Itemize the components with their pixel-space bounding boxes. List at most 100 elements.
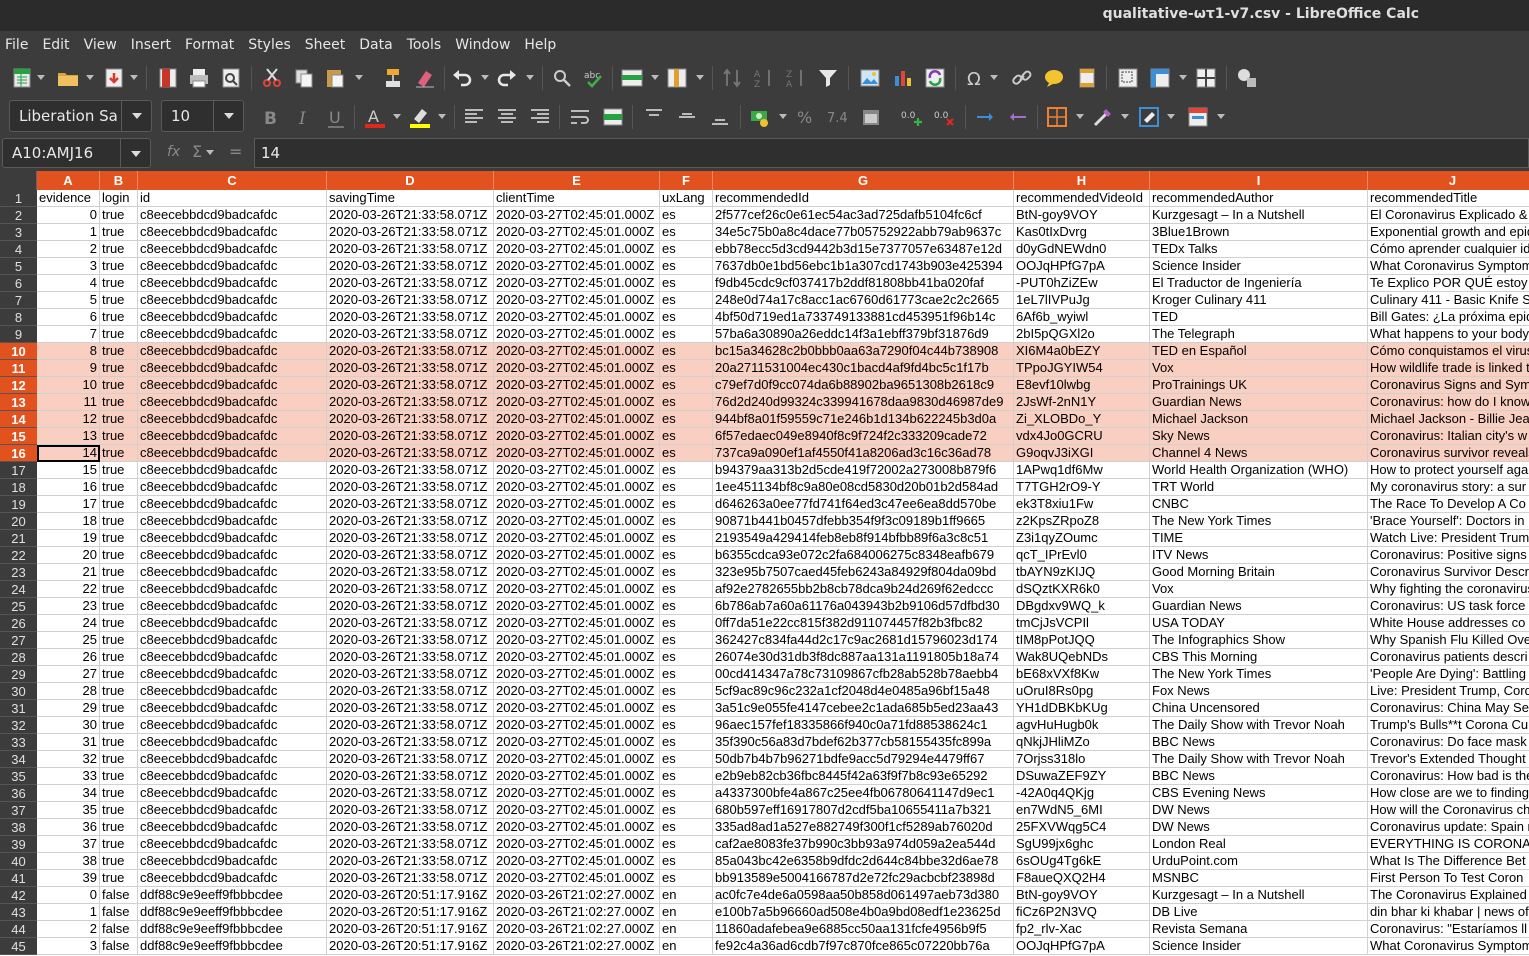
row-header[interactable]: 31	[0, 700, 37, 717]
cell[interactable]: es	[660, 768, 713, 785]
cell[interactable]: TEDx Talks	[1150, 241, 1368, 258]
cell[interactable]: true	[100, 224, 138, 241]
cell[interactable]: 2020-03-26T21:33:58.071Z	[327, 411, 494, 428]
cell[interactable]: 2020-03-26T21:02:27.000Z	[494, 887, 660, 904]
cell[interactable]: 33	[37, 768, 100, 785]
italic-icon[interactable]: I	[291, 105, 315, 129]
cell[interactable]: CBS This Morning	[1150, 649, 1368, 666]
cell[interactable]: c8eecebbdcd9badcafdc	[138, 462, 327, 479]
cell[interactable]: 3Blue1Brown	[1150, 224, 1368, 241]
cell[interactable]: My coronavirus story: a sur	[1368, 479, 1529, 496]
cell[interactable]: es	[660, 377, 713, 394]
cell[interactable]: es	[660, 343, 713, 360]
cell[interactable]: -PUT0hZiZEw	[1014, 275, 1150, 292]
cell[interactable]: fe92c4a36ad6cdb7f97c870fce865c07220bb76a	[713, 938, 1014, 955]
row-header[interactable]: 20	[0, 513, 37, 530]
center-vertically-icon[interactable]	[675, 105, 699, 129]
cell[interactable]: 3a51c9e055fe4147cebee2c1ada685b5ed23aa43	[713, 700, 1014, 717]
cell[interactable]: false	[100, 921, 138, 938]
align-center-icon[interactable]	[495, 105, 519, 129]
cell[interactable]: 2020-03-26T21:33:58.071Z	[327, 819, 494, 836]
cell[interactable]: 7	[37, 326, 100, 343]
cell[interactable]: 5	[37, 292, 100, 309]
cell[interactable]: 2020-03-26T20:51:17.916Z	[327, 904, 494, 921]
cell[interactable]: c8eecebbdcd9badcafdc	[138, 785, 327, 802]
cell[interactable]: es	[660, 360, 713, 377]
cell[interactable]: 2020-03-26T21:33:58.071Z	[327, 428, 494, 445]
cell[interactable]: 2020-03-27T02:45:01.000Z	[494, 207, 660, 224]
cell[interactable]: c8eecebbdcd9badcafdc	[138, 309, 327, 326]
cell[interactable]: ITV News	[1150, 547, 1368, 564]
row-header[interactable]: 23	[0, 564, 37, 581]
borders-icon[interactable]	[1045, 105, 1069, 129]
clone-formatting-icon[interactable]	[381, 66, 405, 90]
cell[interactable]: agvHuHugb0k	[1014, 717, 1150, 734]
cell[interactable]: 2020-03-27T02:45:01.000Z	[494, 479, 660, 496]
menu-window[interactable]: Window	[450, 37, 518, 53]
cell[interactable]: Coronavirus: "Estaríamos ll	[1368, 921, 1529, 938]
cell[interactable]: What Is The Difference Bet	[1368, 853, 1529, 870]
cell[interactable]: 2020-03-27T02:45:01.000Z	[494, 530, 660, 547]
cell[interactable]: 2020-03-26T21:33:58.071Z	[327, 564, 494, 581]
cell[interactable]: 2020-03-27T02:45:01.000Z	[494, 394, 660, 411]
cell[interactable]: What happens to your body	[1368, 326, 1529, 343]
cell[interactable]: 2020-03-27T02:45:01.000Z	[494, 428, 660, 445]
column-header-b[interactable]: B	[100, 171, 138, 190]
column-title-cell[interactable]: evidence	[37, 190, 100, 207]
cell[interactable]: ddf88c9e9eeff9fbbbcdee	[138, 904, 327, 921]
cell[interactable]: 2020-03-27T02:45:01.000Z	[494, 632, 660, 649]
row-header[interactable]: 35	[0, 768, 37, 785]
cell[interactable]: 2020-03-26T21:33:58.071Z	[327, 836, 494, 853]
cell[interactable]: tIM8pPotJQQ	[1014, 632, 1150, 649]
cell[interactable]: 21	[37, 564, 100, 581]
cell[interactable]: 36	[37, 819, 100, 836]
row-header[interactable]: 13	[0, 394, 37, 411]
open-dropdown-icon[interactable]	[86, 75, 94, 80]
cell[interactable]: c8eecebbdcd9badcafdc	[138, 547, 327, 564]
cell[interactable]: Wak8UQebNDs	[1014, 649, 1150, 666]
cell[interactable]: true	[100, 768, 138, 785]
cell[interactable]: 2020-03-27T02:45:01.000Z	[494, 836, 660, 853]
cell[interactable]: true	[100, 751, 138, 768]
cell[interactable]: true	[100, 632, 138, 649]
freeze-rows-columns-icon[interactable]	[1148, 66, 1172, 90]
cell[interactable]: z2KpsZRpoZ8	[1014, 513, 1150, 530]
conditional-format-dropdown-icon[interactable]	[1217, 114, 1225, 119]
cell[interactable]: 1APwq1df6Mw	[1014, 462, 1150, 479]
cell[interactable]: 248e0d74a17c8acc1ac6760d61773cae2c2c2665	[713, 292, 1014, 309]
cell[interactable]: c8eecebbdcd9badcafdc	[138, 513, 327, 530]
cell[interactable]: 2020-03-27T02:45:01.000Z	[494, 785, 660, 802]
cell[interactable]: YH1dDBKbKUg	[1014, 700, 1150, 717]
cell[interactable]: ddf88c9e9eeff9fbbbcdee	[138, 938, 327, 955]
cell[interactable]: 26	[37, 649, 100, 666]
cell[interactable]: 2020-03-26T21:33:58.071Z	[327, 292, 494, 309]
cell[interactable]: a4337300bfe4a867c25ee4fb06780641147d9ec1	[713, 785, 1014, 802]
cell[interactable]: d646263a0ee77fd741f64ed3c47ee6ea8dd570be	[713, 496, 1014, 513]
cell[interactable]: 2020-03-27T02:45:01.000Z	[494, 666, 660, 683]
cell[interactable]: 35	[37, 802, 100, 819]
cell[interactable]: USA TODAY	[1150, 615, 1368, 632]
align-bottom-icon[interactable]	[708, 105, 732, 129]
cell[interactable]: TPpoJGYIW54	[1014, 360, 1150, 377]
border-color-icon[interactable]	[1137, 105, 1161, 129]
cell[interactable]: es	[660, 479, 713, 496]
cell[interactable]: es	[660, 785, 713, 802]
headers-footers-icon[interactable]	[1075, 66, 1099, 90]
column-title-cell[interactable]: login	[100, 190, 138, 207]
cell[interactable]: The Daily Show with Trevor Noah	[1150, 717, 1368, 734]
cell[interactable]: 2020-03-27T02:45:01.000Z	[494, 343, 660, 360]
row-header[interactable]: 24	[0, 581, 37, 598]
cell[interactable]: 5cf9ac89c96c232a1cf2048d4e0485a96bf15a48	[713, 683, 1014, 700]
cell[interactable]: 20a2711531004ec430c1bacd4af9fd4bc5c1f17b	[713, 360, 1014, 377]
cell[interactable]: es	[660, 870, 713, 887]
cell[interactable]: TRT World	[1150, 479, 1368, 496]
cell[interactable]: 2020-03-26T21:33:58.071Z	[327, 326, 494, 343]
cell[interactable]: 2020-03-27T02:45:01.000Z	[494, 258, 660, 275]
new-dropdown-icon[interactable]	[37, 75, 45, 80]
row-header[interactable]: 14	[0, 411, 37, 428]
open-folder-icon[interactable]	[56, 66, 80, 90]
cell[interactable]: 7Orjss318lo	[1014, 751, 1150, 768]
column-title-cell[interactable]: savingTime	[327, 190, 494, 207]
font-size-dropdown-icon[interactable]	[213, 101, 243, 131]
cell[interactable]: 2020-03-26T21:33:58.071Z	[327, 683, 494, 700]
